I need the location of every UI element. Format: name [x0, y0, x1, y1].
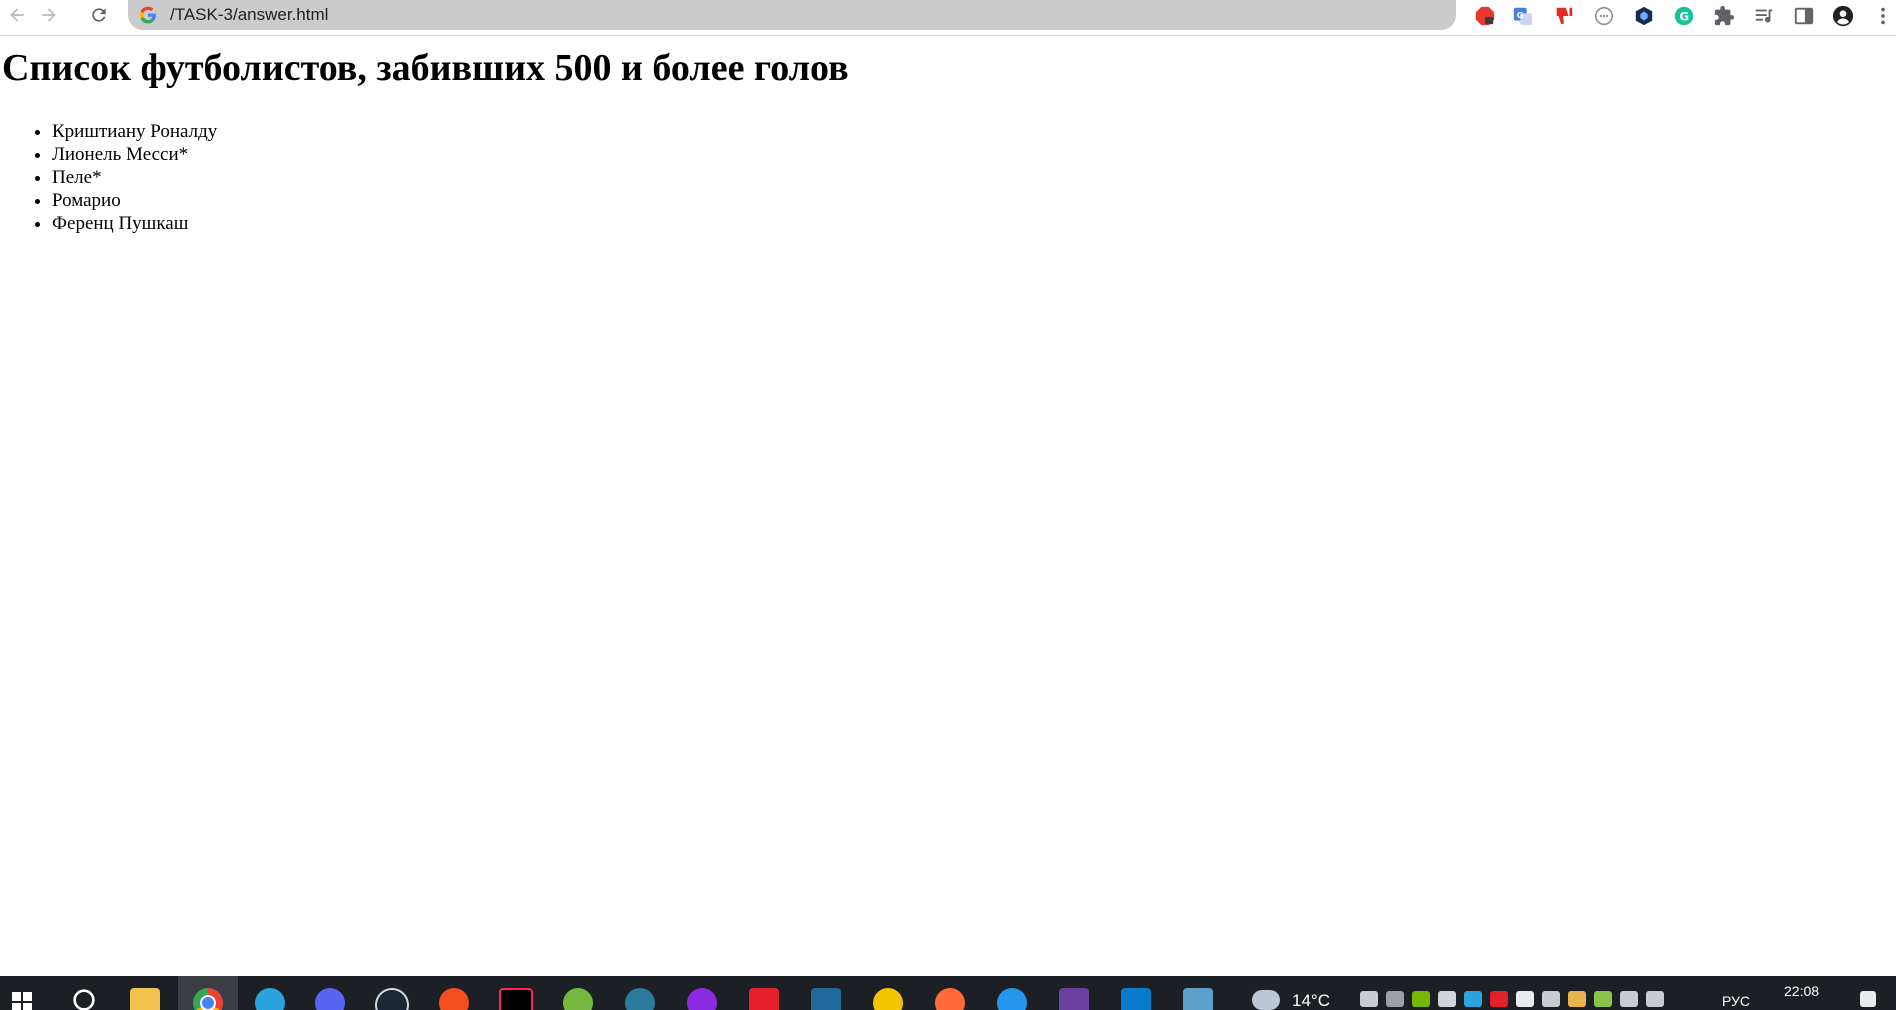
shield-tray-icon[interactable] [1516, 991, 1534, 1007]
taskbar-app[interactable] [362, 976, 422, 1010]
browser-toolbar: /TASK-3/answer.html G G [0, 0, 1896, 36]
steam-tray-icon[interactable] [1386, 991, 1404, 1007]
address-bar[interactable]: /TASK-3/answer.html [128, 0, 1456, 30]
hex-extension-icon[interactable] [1631, 3, 1657, 29]
volume-icon[interactable] [1646, 991, 1664, 1007]
network-tray-icon[interactable] [1620, 991, 1638, 1007]
circle-dots-extension-icon[interactable] [1591, 3, 1617, 29]
back-button[interactable] [2, 2, 32, 28]
windows-taskbar: 14°C РУС 22:08 [0, 976, 1896, 1010]
google-logo-icon [139, 6, 156, 24]
orb-tray-icon[interactable] [1568, 991, 1586, 1007]
intellij-icon [499, 988, 533, 1010]
taskbar-app[interactable] [1168, 976, 1228, 1010]
clock-time[interactable]: 22:08 [1784, 983, 1819, 999]
taskbar-app[interactable] [610, 976, 670, 1010]
translate-extension-icon[interactable]: G [1510, 3, 1536, 29]
list-item: Ромарио [52, 189, 217, 212]
grammarly-extension-icon[interactable]: G [1671, 3, 1697, 29]
taskbar-app[interactable] [300, 976, 360, 1010]
display-tray-icon[interactable] [1438, 991, 1456, 1007]
side-panel-icon[interactable] [1791, 3, 1817, 29]
taskbar-app[interactable] [240, 976, 300, 1010]
gamepad-tray-icon[interactable] [1542, 991, 1560, 1007]
weather-widget[interactable] [1252, 976, 1288, 1010]
discord-tray-icon[interactable] [1360, 991, 1378, 1007]
svg-text:G: G [1517, 10, 1524, 20]
notepad-icon [1183, 988, 1213, 1010]
taskbar-app[interactable] [548, 976, 608, 1010]
taskbar-app[interactable] [178, 976, 238, 1010]
taskbar-app[interactable] [796, 976, 856, 1010]
podcast-app-icon [687, 988, 717, 1010]
taskbar-app[interactable] [672, 976, 732, 1010]
telegram-icon [255, 988, 285, 1010]
weather-temperature: 14°C [1292, 991, 1330, 1010]
nvidia-tray-icon[interactable] [1412, 991, 1430, 1007]
search-icon [73, 989, 95, 1010]
profile-avatar-icon[interactable] [1830, 3, 1856, 29]
reload-button[interactable] [84, 2, 114, 28]
dislike-extension-icon[interactable] [1551, 3, 1577, 29]
list-item: Пеле* [52, 166, 217, 189]
forward-button[interactable] [34, 2, 64, 28]
check-tray-icon[interactable] [1594, 991, 1612, 1007]
steam-icon [375, 988, 409, 1010]
discord-icon [315, 988, 345, 1010]
list-item: Криштиану Роналду [52, 120, 217, 143]
taskbar-app[interactable] [1044, 976, 1104, 1010]
bitdefender-tray-icon[interactable] [1490, 991, 1508, 1007]
forward-arrow-icon [42, 8, 56, 22]
players-list: Криштиану Роналду Лионель Месси* Пеле* Р… [0, 120, 217, 235]
system-tray [1360, 976, 1672, 1010]
telegram-tray-icon[interactable] [1464, 991, 1482, 1007]
chatgpt-icon [873, 988, 903, 1010]
earth-app-icon [625, 988, 655, 1010]
list-item: Лионель Месси* [52, 143, 217, 166]
chrome-icon [193, 988, 223, 1010]
page-content: Список футболистов, забивших 500 и более… [0, 36, 1896, 976]
taskbar-app[interactable] [1106, 976, 1166, 1010]
file-explorer-icon [130, 988, 160, 1010]
notification-button[interactable] [1860, 976, 1884, 1010]
ea-icon [439, 988, 469, 1010]
taskbar-app[interactable] [486, 976, 546, 1010]
taskbar-app[interactable] [920, 976, 980, 1010]
kebab-menu-icon[interactable] [1870, 3, 1896, 29]
svg-text:G: G [1679, 10, 1689, 24]
page-title: Список футболистов, забивших 500 и более… [2, 47, 849, 89]
taskbar-app[interactable] [734, 976, 794, 1010]
taskbar-app[interactable] [424, 976, 484, 1010]
taskbar-app[interactable] [858, 976, 918, 1010]
url-text: /TASK-3/answer.html [170, 5, 329, 24]
puzzle-extensions-icon[interactable] [1711, 3, 1737, 29]
notification-icon [1860, 991, 1876, 1007]
git-tool-icon [1059, 988, 1089, 1010]
docker-icon [997, 988, 1027, 1010]
adblock-extension-icon[interactable] [1472, 3, 1498, 29]
media-control-icon[interactable] [1751, 3, 1777, 29]
back-arrow-icon [10, 8, 24, 22]
postman-icon [935, 988, 965, 1010]
taskbar-app[interactable] [982, 976, 1042, 1010]
bitdefender-icon [749, 988, 779, 1010]
language-indicator[interactable]: РУС [1722, 993, 1750, 1009]
mysql-workbench-icon [811, 988, 841, 1010]
search-button[interactable] [54, 976, 114, 1010]
taskbar-app[interactable] [115, 976, 175, 1010]
reload-icon [92, 8, 106, 22]
utorrent-icon [563, 988, 593, 1010]
cloud-weather-icon [1252, 990, 1280, 1010]
list-item: Ференц Пушкаш [52, 212, 217, 235]
vscode-icon [1121, 988, 1151, 1010]
windows-start-icon [12, 992, 32, 1010]
start-button[interactable] [0, 976, 44, 1010]
